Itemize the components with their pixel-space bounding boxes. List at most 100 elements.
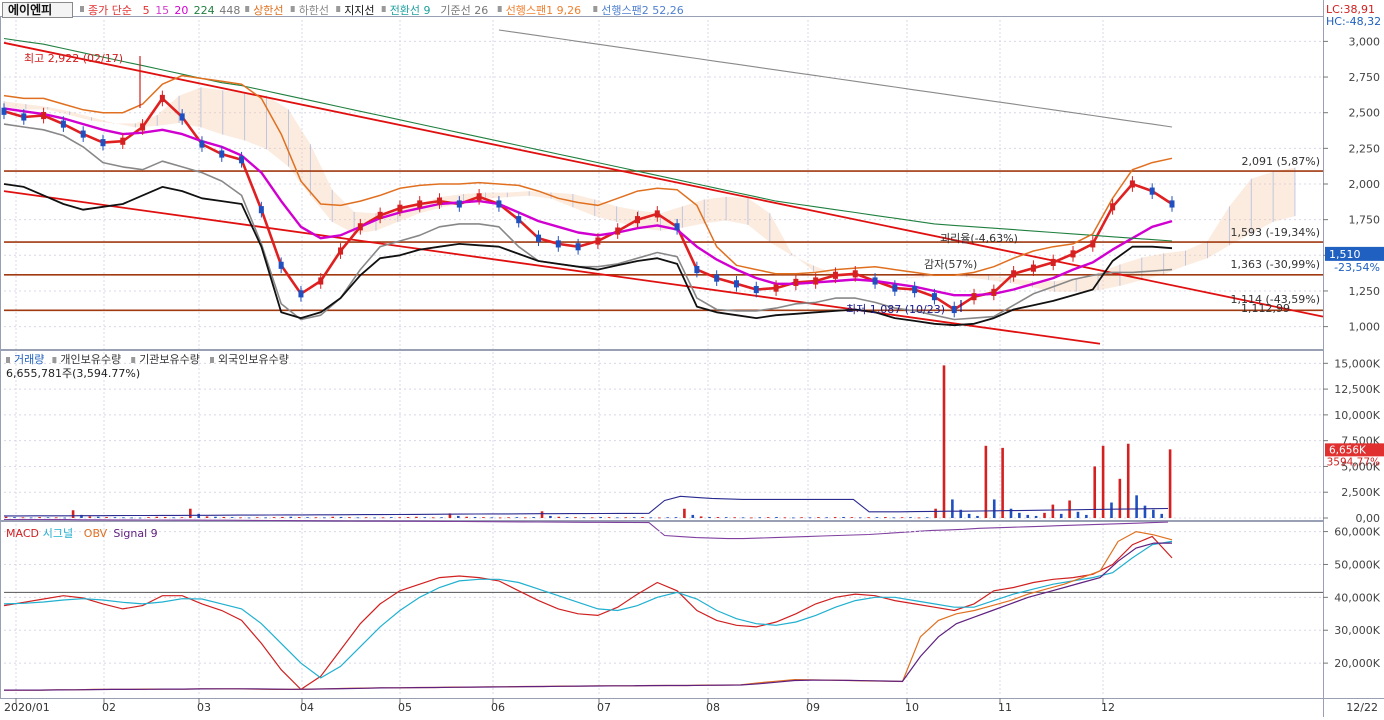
legend-item-main[interactable]: 하한선 [299,3,329,17]
price-annotation: 1,363 (-30,99%) [1231,258,1320,271]
legend-item-volume[interactable]: 개인보유수량 [60,353,121,366]
volume-bar [557,517,560,518]
volume-bar [691,515,694,518]
volume-bar [239,517,242,518]
volume-bar [507,517,510,518]
candle-body [991,289,996,296]
volume-bar [298,517,301,518]
volume-bar [633,517,636,518]
volume-bar [281,517,284,518]
legend-item-main[interactable]: 상한선 [253,4,283,17]
price-annotation: 감자(57%) [924,258,977,271]
volume-bar [214,517,217,518]
x-tick-label: 10 [905,701,919,714]
legend-item-main[interactable]: 20 [174,4,188,17]
volume-bar [315,517,318,518]
volume-bar [465,517,468,518]
volume-bar [1018,513,1021,518]
legend-item-main[interactable]: 15 [155,4,169,17]
volume-bar [38,517,41,518]
legend-item-main[interactable]: 224 [194,4,215,17]
volume-bar [231,517,234,518]
legend-marker [382,6,386,12]
legend-marker [291,6,295,12]
legend-item-main[interactable]: 종가 단순 [88,4,132,17]
volume-bar [867,517,870,518]
candle-body [477,193,482,200]
volume-bar [851,517,854,518]
volume-bar [800,517,803,518]
volume-tick-label: 10,000K [1334,409,1380,422]
volume-bar [97,517,100,518]
legend-item-volume[interactable]: 외국인보유수량 [218,353,289,366]
volume-bar [1169,449,1172,518]
legend-item-main[interactable]: 448 [219,4,240,17]
volume-bar [700,516,703,518]
legend-item-macd[interactable]: MACD [6,527,39,540]
legend-item-main[interactable]: 선행스팬2 52,26 [601,4,683,17]
candle-body [912,286,917,293]
candle-body [1011,270,1016,277]
volume-bar [340,517,343,518]
chart-canvas[interactable]: 3,0002,7502,5002,2502,0001,7501,5001,250… [0,0,1384,717]
legend-item-main[interactable]: 전환선 9 [390,4,431,17]
legend-item-volume[interactable]: 거래량 [14,353,44,366]
legend-item-main[interactable]: 기준선 26 [440,4,488,17]
volume-bar [172,517,175,518]
stock-chart-window[interactable]: 3,0002,7502,5002,2502,0001,7501,5001,250… [0,0,1384,717]
candle-body [833,272,838,279]
legend-item-main[interactable]: 지지선 [344,4,374,17]
volume-bar [273,517,276,518]
volume-bar [189,509,192,518]
legend-item-macd[interactable]: 시그널 [43,527,73,540]
legend-item-volume[interactable]: 기관보유수량 [139,353,200,366]
volume-bar [876,517,879,518]
x-tick-label: 06 [491,701,505,714]
volume-bar [365,517,368,518]
candle-body [1110,203,1115,210]
price-annotation: 최고 2,922 (02/17) [24,52,123,65]
legend-item-main[interactable]: 선행스팬1 9,26 [506,4,581,17]
volume-bar [47,517,50,518]
legend-marker [593,6,597,12]
volume-bar [1052,505,1055,518]
volume-bar [909,517,912,518]
candle-body [417,200,422,207]
volume-bar [114,517,117,518]
candle-body [219,150,224,157]
candle-body [100,139,105,146]
volume-bar [541,511,544,518]
candle-body [61,121,66,128]
stock-tab[interactable]: 에이엔피 [3,2,73,18]
candle-body [853,270,858,277]
volume-bar [549,516,552,518]
price-tick-label: 3,000 [1349,35,1381,48]
volume-bar [1110,503,1113,518]
x-tick-label: 04 [300,701,314,714]
macd-tick-label: 60,000K [1334,526,1380,539]
volume-bar [1035,516,1038,518]
volume-bar [72,510,75,518]
legend-item-main[interactable]: 5 [143,4,150,17]
volume-bar [1119,479,1122,518]
legend-marker [52,357,56,363]
legend-marker [245,6,249,12]
volume-bar [608,517,611,518]
volume-bar [306,517,309,518]
volume-bar [566,517,569,518]
x-tick-label: 02 [102,701,116,714]
current-price-badge[interactable]: 1,510-23,54% [1325,247,1384,274]
candle-body [635,216,640,223]
candle-body [457,200,462,207]
legend-item-macd[interactable]: Signal 9 [113,527,157,540]
volume-bar [1026,515,1029,518]
volume-bar [290,517,293,518]
legend-item-macd[interactable]: OBV [84,527,108,540]
volume-bar [1102,446,1105,518]
volume-bar [784,517,787,518]
volume-bar [398,517,401,518]
legend-marker [80,6,84,12]
volume-bar [156,517,159,518]
candle-body [694,266,699,273]
candle-body [793,279,798,286]
